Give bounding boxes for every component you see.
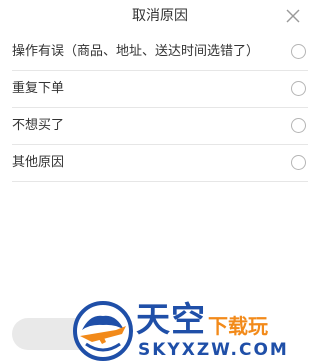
reason-label: 不想买了 xyxy=(12,118,65,133)
watermark-domain: SKYXZW.COM xyxy=(138,340,289,360)
cancel-reason-sheet: 取消原因 操作有误（商品、地址、送达时间选错了） 重复下单 不想买了 其他原因 xyxy=(0,0,320,362)
close-icon[interactable] xyxy=(284,7,302,25)
radio-button[interactable] xyxy=(291,44,306,59)
reason-list: 操作有误（商品、地址、送达时间选错了） 重复下单 不想买了 其他原因 xyxy=(12,34,308,182)
reason-label: 操作有误（商品、地址、送达时间选错了） xyxy=(12,44,260,59)
watermark-brand-sub: 下载玩 xyxy=(208,314,268,338)
reason-label: 重复下单 xyxy=(12,81,65,96)
reason-option[interactable]: 不想买了 xyxy=(12,108,308,145)
radio-button[interactable] xyxy=(291,155,306,170)
watermark-logo-icon xyxy=(73,301,133,361)
watermark-brand-main: 天空 xyxy=(136,300,206,340)
radio-button[interactable] xyxy=(291,118,306,133)
reason-option[interactable]: 其他原因 xyxy=(12,145,308,182)
reason-label: 其他原因 xyxy=(12,155,65,170)
reason-option[interactable]: 操作有误（商品、地址、送达时间选错了） xyxy=(12,34,308,71)
radio-button[interactable] xyxy=(291,81,306,96)
reason-option[interactable]: 重复下单 xyxy=(12,71,308,108)
watermark: 天空 下载玩 SKYXZW.COM xyxy=(72,298,320,362)
dialog-title: 取消原因 xyxy=(132,8,188,24)
dialog-header: 取消原因 xyxy=(0,0,320,32)
